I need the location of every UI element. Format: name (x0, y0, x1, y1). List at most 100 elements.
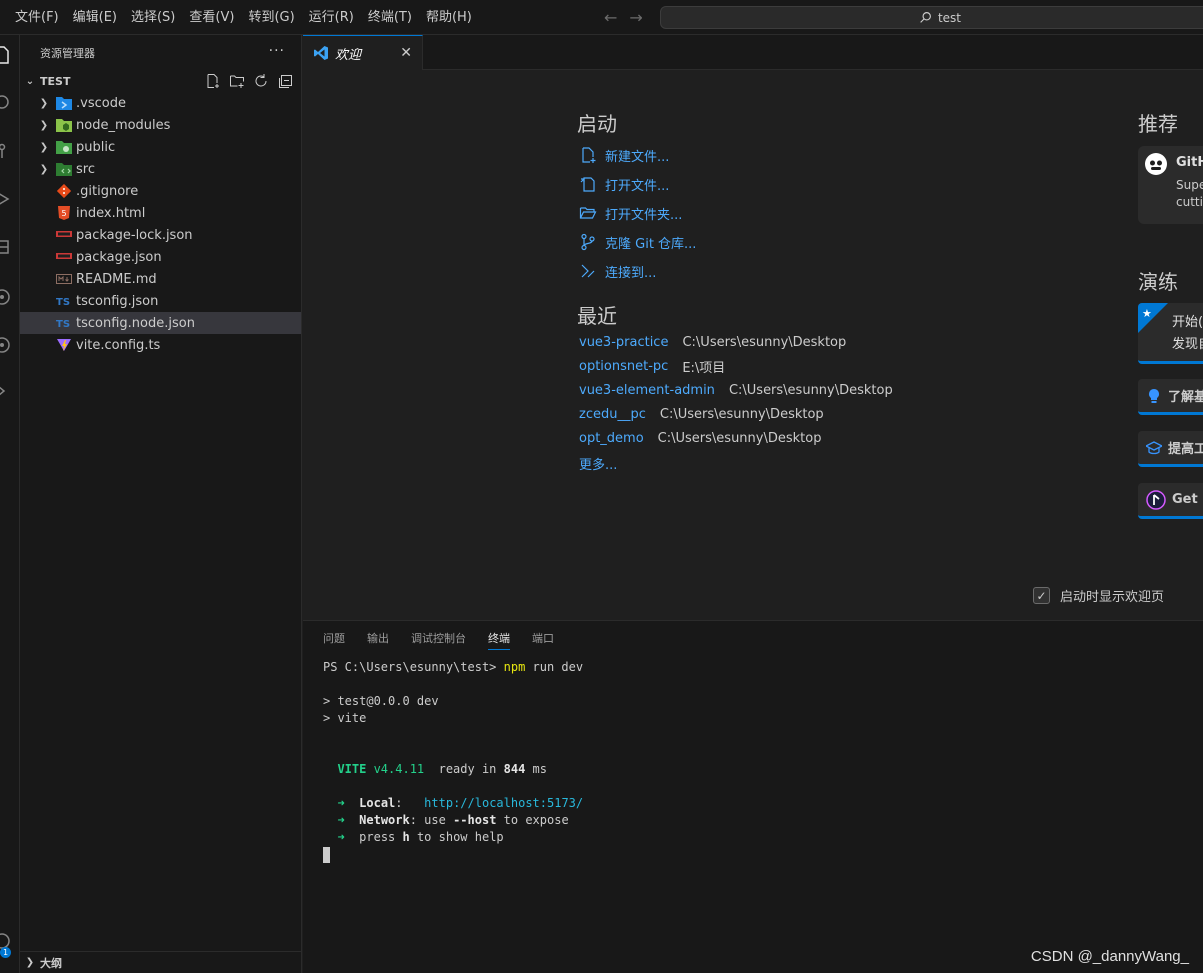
npm-icon (56, 249, 72, 265)
menu-terminal[interactable]: 终端(T) (361, 0, 419, 35)
menu-go[interactable]: 转到(G) (241, 0, 301, 35)
recent-project-link[interactable]: optionsnet-pc (579, 359, 668, 374)
tree-item-gitignore[interactable]: .gitignore (20, 180, 301, 202)
menu-edit[interactable]: 编辑(E) (66, 0, 124, 35)
command-center-text: test (937, 10, 962, 25)
arrow-icon: ➜ (337, 796, 345, 810)
terminal-output[interactable]: PS C:\Users\esunny\test> npm run dev > t… (323, 659, 583, 863)
recent-project-link[interactable]: vue3-practice (579, 335, 668, 350)
open-folder-label: 打开文件夹... (605, 207, 683, 223)
vite-version: v4.4.11 (366, 762, 425, 776)
explorer-icon[interactable] (0, 45, 12, 65)
tree-item-src[interactable]: ❯ src (20, 158, 301, 180)
extension-logo-icon (1146, 489, 1166, 510)
open-file-link[interactable]: 打开文件... (579, 173, 669, 195)
ts-icon: TS (56, 315, 72, 331)
tree-item-label: node_modules (76, 117, 171, 133)
tree-item-public[interactable]: ❯ public (20, 136, 301, 158)
recent-more-link[interactable]: 更多... (579, 454, 617, 473)
recent-project-link[interactable]: vue3-element-admin (579, 383, 715, 398)
outline-header[interactable]: ❯ 大纲 (20, 951, 302, 973)
refresh-icon[interactable] (253, 73, 269, 89)
new-file-icon[interactable] (205, 73, 221, 89)
copilot-icon[interactable] (0, 335, 12, 355)
local-label: Local (359, 796, 396, 810)
open-folder-icon (579, 207, 597, 219)
help-end: to show help (409, 830, 504, 844)
menu-selection[interactable]: 选择(S) (124, 0, 182, 35)
collapse-all-icon[interactable] (277, 73, 293, 89)
chevron-down-icon: ⌄ (25, 75, 35, 87)
new-folder-icon[interactable] (229, 73, 245, 89)
connect-to-link[interactable]: 连接到... (579, 260, 656, 282)
walkthroughs-title: 演练 (1138, 270, 1178, 294)
tree-item-readme-md[interactable]: README.md (20, 268, 301, 290)
walkthrough-productivity[interactable]: 提高工 (1138, 431, 1203, 467)
ready-ms: 844 (503, 762, 526, 776)
back-arrow-icon[interactable]: ← (604, 8, 617, 27)
tree-item-node-modules[interactable]: ❯ node_modules (20, 114, 301, 136)
tree-item-index-html[interactable]: 5 index.html (20, 202, 301, 224)
menu-help[interactable]: 帮助(H) (419, 0, 479, 35)
search-view-icon[interactable] (0, 93, 12, 113)
public-folder-icon (56, 139, 72, 155)
tree-item-label: .vscode (76, 95, 126, 111)
svg-text:5: 5 (61, 209, 66, 218)
terminal-view-icon[interactable] (0, 381, 12, 401)
new-file-link[interactable]: 新建文件... (579, 144, 669, 166)
panel-tab-output[interactable]: 输出 (367, 621, 389, 656)
tree-item-label: vite.config.ts (76, 337, 161, 353)
command-center[interactable]: test (660, 6, 1203, 29)
recent-project-link[interactable]: zcedu__pc (579, 407, 646, 422)
tree-item-tsconfig-node-json[interactable]: TS tsconfig.node.json (20, 312, 301, 334)
menu-run[interactable]: 运行(R) (302, 0, 361, 35)
terminal-command-args: run dev (525, 660, 584, 674)
walkthrough-featured-line1: 开始( (1172, 315, 1203, 330)
tree-item-package-lock-json[interactable]: package-lock.json (20, 224, 301, 246)
tree-item-label: tsconfig.node.json (76, 315, 195, 331)
recent-project-link[interactable]: opt_demo (579, 431, 644, 446)
local-url-link[interactable]: http://localhost:5173/ (424, 796, 583, 810)
menu-view[interactable]: 查看(V) (182, 0, 241, 35)
tab-welcome[interactable]: 欢迎 ✕ (303, 35, 423, 70)
ready-unit: ms (525, 762, 548, 776)
source-control-icon[interactable] (0, 141, 12, 161)
walkthrough-get-started[interactable]: Get S (1138, 483, 1203, 519)
svg-text:TS: TS (56, 319, 70, 329)
show-on-startup: ✓ 启动时显示欢迎页 (1033, 586, 1164, 605)
chevron-right-icon: ❯ (25, 957, 35, 968)
clone-repo-label: 克隆 Git 仓库... (605, 236, 697, 252)
tree-item-label: src (76, 161, 95, 177)
show-on-startup-checkbox[interactable]: ✓ (1033, 587, 1050, 604)
recent-item: vue3-element-admin C:\Users\esunny\Deskt… (579, 380, 893, 400)
recent-project-path: E:\项目 (682, 360, 726, 376)
folder-header[interactable]: ⌄ TEST (20, 70, 301, 92)
tree-item-vite-config-ts[interactable]: vite.config.ts (20, 334, 301, 356)
remote-explorer-icon[interactable] (0, 287, 12, 307)
more-actions-icon[interactable]: ··· (269, 43, 285, 59)
walkthrough-featured[interactable]: ★ 开始( 发现自 (1138, 303, 1203, 364)
panel-tab-debug-console[interactable]: 调试控制台 (411, 621, 466, 656)
editor-tab-bar: 欢迎 ✕ (303, 35, 1203, 70)
panel-tab-terminal[interactable]: 终端 (488, 621, 510, 656)
tree-item-vscode[interactable]: ❯ .vscode (20, 92, 301, 114)
forward-arrow-icon[interactable]: → (629, 8, 642, 27)
close-icon[interactable]: ✕ (400, 45, 412, 61)
run-debug-icon[interactable] (0, 189, 12, 209)
open-folder-link[interactable]: 打开文件夹... (579, 202, 682, 224)
clone-repo-link[interactable]: 克隆 Git 仓库... (579, 231, 696, 253)
panel-tab-ports[interactable]: 端口 (532, 621, 554, 656)
recommended-card[interactable]: GitH Supe cuttin (1138, 146, 1203, 224)
tree-item-label: public (76, 139, 116, 155)
ts-icon: TS (56, 293, 72, 309)
extensions-icon[interactable] (0, 237, 12, 257)
menu-file[interactable]: 文件(F) (8, 0, 66, 35)
tree-item-package-json[interactable]: package.json (20, 246, 301, 268)
walkthrough-fundamentals[interactable]: 了解基 (1138, 379, 1203, 415)
tree-item-tsconfig-json[interactable]: TS tsconfig.json (20, 290, 301, 312)
panel-tab-problems[interactable]: 问题 (323, 621, 345, 656)
tree-item-label: README.md (76, 271, 157, 287)
help-key: h (402, 830, 410, 844)
chevron-right-icon: ❯ (39, 119, 49, 131)
vscode-logo-icon (314, 46, 328, 60)
